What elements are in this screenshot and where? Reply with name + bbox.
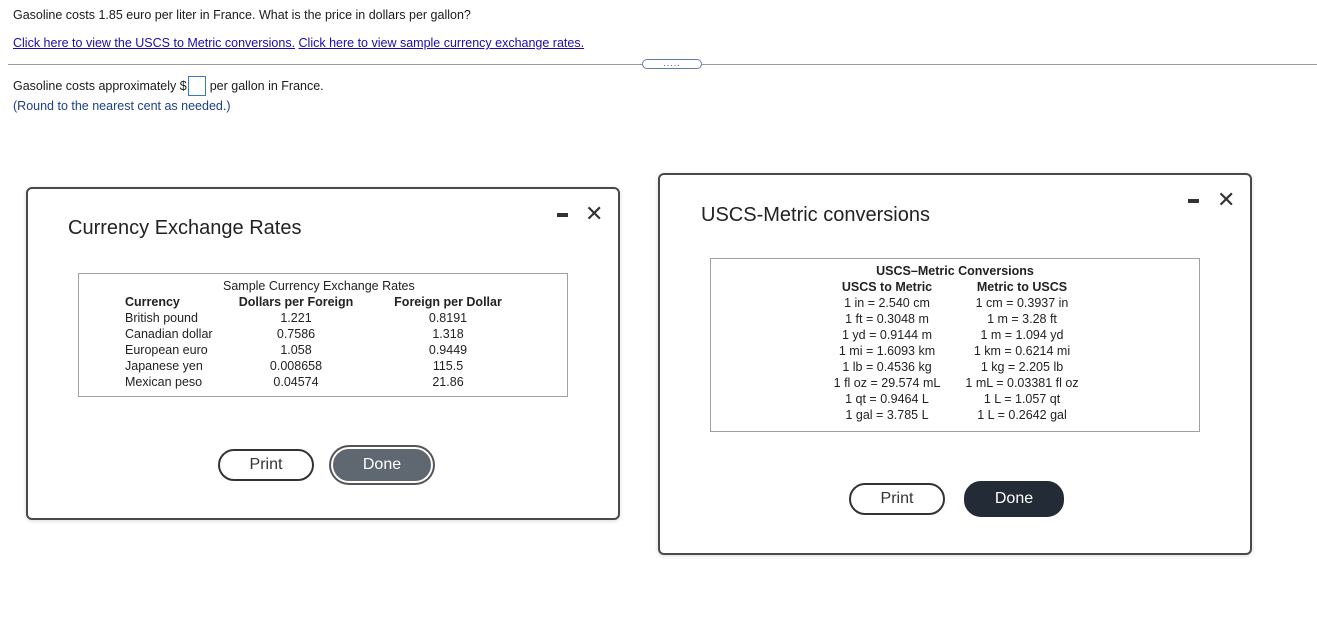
column-header: Metric to USCS [976,280,1068,294]
cell: 1.221 [280,311,312,325]
cell: 1 in = 2.540 cm [844,296,930,310]
reference-links: Click here to view the USCS to Metric co… [13,36,584,50]
cell: 1 mi = 1.6093 km [838,344,936,358]
done-button[interactable]: Done [333,449,431,481]
uscs-metric-dialog: USCS-Metric conversions ✕ USCS–Metric Co… [658,173,1252,555]
minimize-icon[interactable] [557,213,568,217]
uscs-table: USCS–Metric Conversions USCS to Metric 1… [710,258,1200,432]
cell: British pound [125,311,198,325]
cell: 21.86 [432,375,464,389]
table-caption: USCS–Metric Conversions [876,264,1034,278]
cell: 0.008658 [269,359,323,373]
dialog-title: USCS-Metric conversions [701,204,930,226]
cell: 1 lb = 0.4536 kg [842,360,932,374]
cell: 1 km = 0.6214 mi [973,344,1071,358]
cell: Mexican peso [125,375,203,389]
column-header: Dollars per Foreign [238,295,354,309]
cell: 1 ft = 0.3048 m [845,312,929,326]
uscs-conversions-link[interactable]: Click here to view the USCS to Metric co… [13,36,295,50]
table-caption: Sample Currency Exchange Rates [223,279,415,293]
metric-to-uscs-column: Metric to USCS 1 cm = 0.3937 in 1 m = 3.… [957,279,1087,423]
cell: 1 L = 0.2642 gal [977,408,1067,422]
dialog-title: Currency Exchange Rates [68,217,302,239]
done-button[interactable]: Done [964,481,1064,517]
minimize-icon[interactable] [1188,199,1199,203]
cell: 0.04574 [273,375,319,389]
cell: 1 gal = 3.785 L [845,408,929,422]
print-button[interactable]: Print [849,483,945,515]
question-text: Gasoline costs 1.85 euro per liter in Fr… [13,8,471,22]
answer-prefix: Gasoline costs approximately $ [13,79,187,93]
cell: Japanese yen [125,359,203,373]
print-button[interactable]: Print [218,449,314,481]
cell: European euro [125,343,208,357]
currency-column: Currency British pound Canadian dollar E… [125,294,213,390]
close-icon[interactable]: ✕ [585,203,603,225]
cell: 1 kg = 2.205 lb [980,360,1064,374]
foreign-per-dollar-column: Foreign per Dollar 0.8191 1.318 0.9449 1… [381,294,515,390]
rounding-hint: (Round to the nearest cent as needed.) [13,99,231,113]
currency-exchange-dialog: Currency Exchange Rates ✕ Sample Currenc… [26,187,620,520]
cell: 1 fl oz = 29.574 mL [833,376,941,390]
answer-suffix: per gallon in France. [209,79,324,93]
cell: 1 mL = 0.03381 fl oz [965,376,1079,390]
dollars-per-foreign-column: Dollars per Foreign 1.221 0.7586 1.058 0… [231,294,361,390]
column-header: USCS to Metric [841,280,933,294]
column-header: Currency [125,295,180,309]
cell: 115.5 [432,359,464,373]
cell: 0.8191 [428,311,468,325]
cell: Canadian dollar [125,327,213,341]
answer-area: Gasoline costs approximately $ per gallo… [13,76,324,113]
cell: 1 m = 3.28 ft [987,312,1057,326]
cell: 1.058 [280,343,312,357]
cell: 0.9449 [428,343,468,357]
cell: 1 m = 1.094 yd [980,328,1064,342]
column-header: Foreign per Dollar [394,295,502,309]
cell: 0.7586 [276,327,316,341]
currency-table: Sample Currency Exchange Rates Currency … [78,273,568,397]
answer-input[interactable] [187,76,206,96]
close-icon[interactable]: ✕ [1217,189,1235,211]
cell: 1 cm = 0.3937 in [975,296,1069,310]
uscs-to-metric-column: USCS to Metric 1 in = 2.540 cm 1 ft = 0.… [821,279,953,423]
cell: 1.318 [432,327,464,341]
currency-rates-link[interactable]: Click here to view sample currency excha… [299,36,585,50]
cell: 1 yd = 0.9144 m [842,328,932,342]
cell: 1 L = 1.057 qt [983,392,1061,406]
expand-button[interactable]: ..... [642,59,702,69]
cell: 1 qt = 0.9464 L [845,392,929,406]
